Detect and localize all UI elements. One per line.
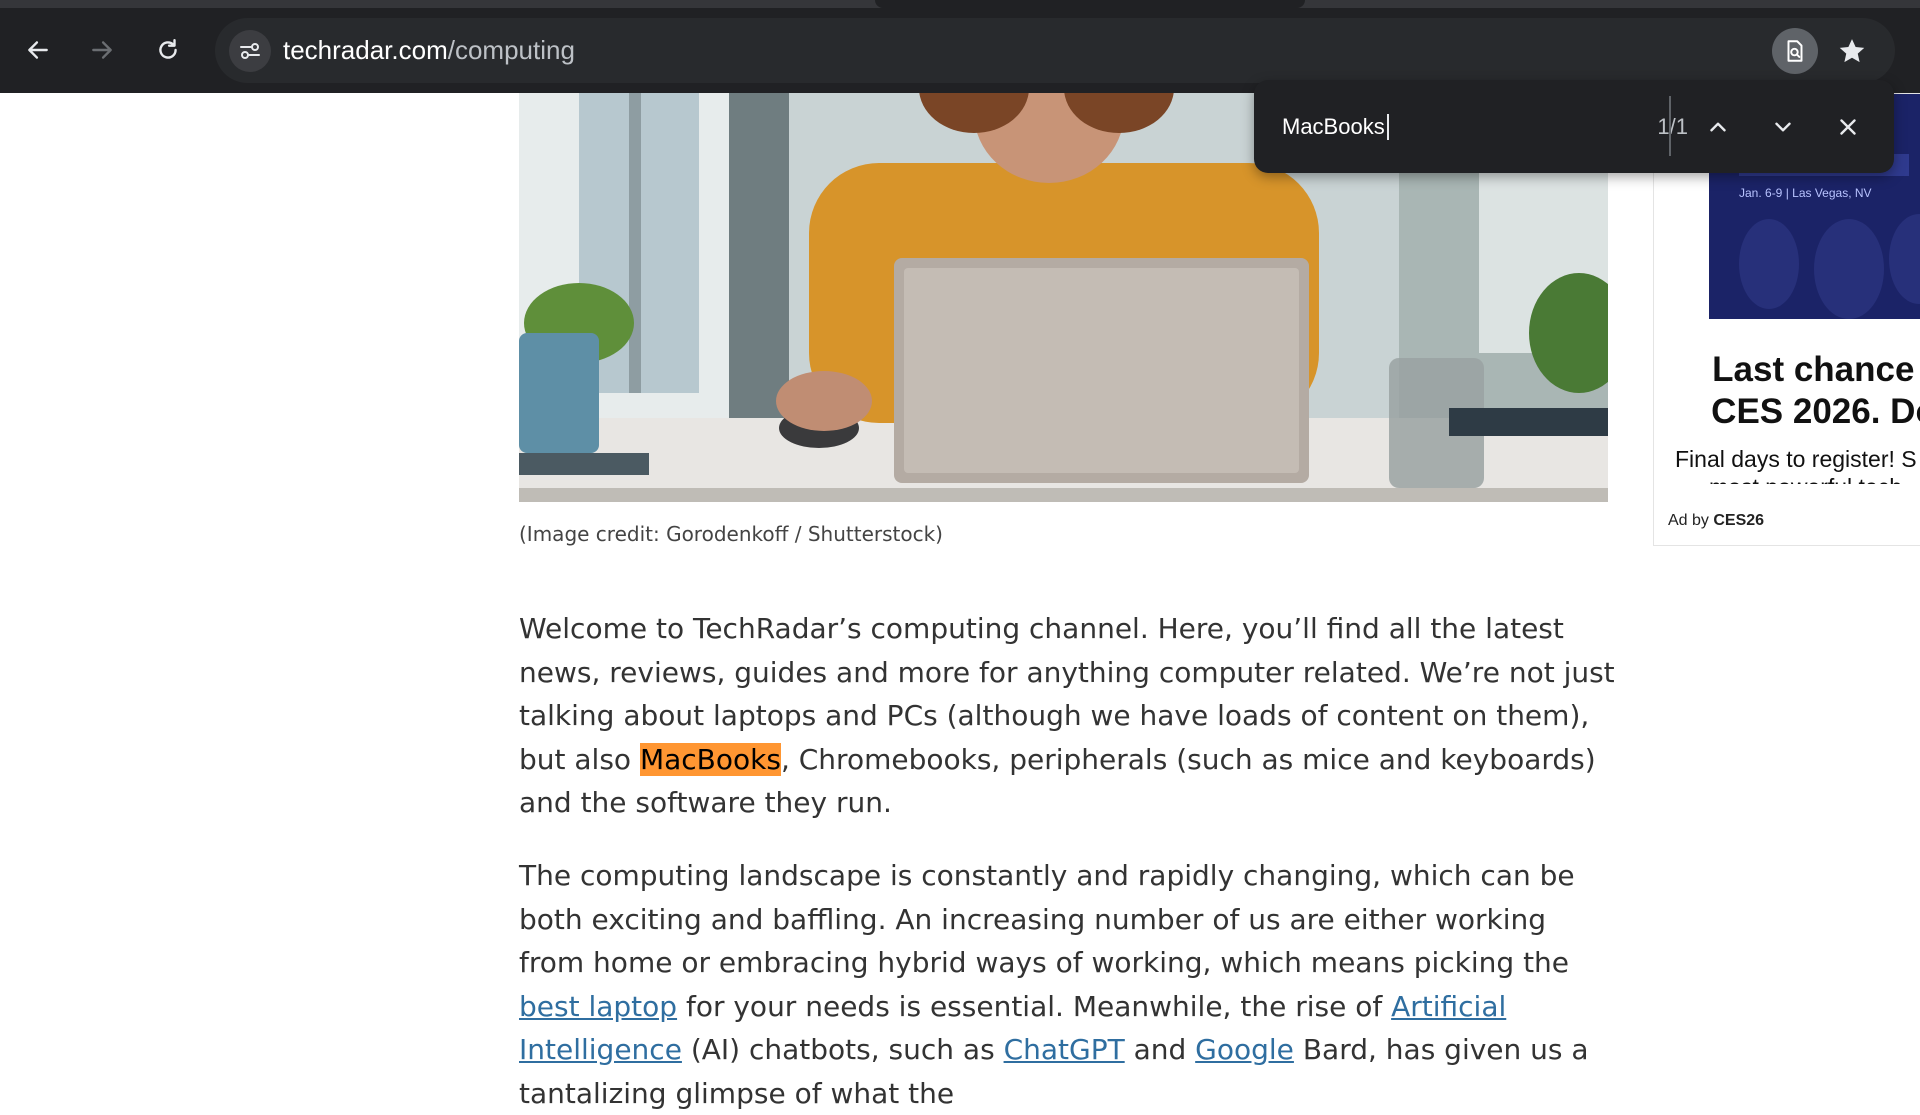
find-close-button[interactable] bbox=[1825, 104, 1871, 150]
ad-brand[interactable]: CES26 bbox=[1713, 512, 1764, 529]
chatgpt-link[interactable]: ChatGPT bbox=[1004, 1033, 1125, 1066]
page-search-icon bbox=[1787, 40, 1803, 62]
chevron-down-icon bbox=[1775, 122, 1791, 132]
landscape-text-d: and bbox=[1124, 1033, 1196, 1066]
ad-attribution: Ad by CES26 bbox=[1668, 512, 1764, 530]
reload-button[interactable] bbox=[148, 30, 188, 70]
chevron-up-icon bbox=[1710, 122, 1726, 132]
reload-icon bbox=[159, 39, 177, 59]
ad-subtext-cut: most powerful tech bbox=[1709, 474, 1902, 484]
landscape-text-c: (AI) chatbots, such as bbox=[681, 1033, 1004, 1066]
bookmark-button[interactable] bbox=[1829, 28, 1875, 74]
find-match-count: 1/1 bbox=[1657, 114, 1688, 139]
ad-headline[interactable]: Last chance t CES 2026. Do bbox=[1664, 349, 1920, 433]
intro-paragraph: Welcome to TechRadar’s computing channel… bbox=[519, 607, 1619, 825]
url-domain: techradar.com bbox=[283, 35, 448, 65]
best-laptop-link[interactable]: best laptop bbox=[519, 990, 677, 1023]
ad-headline-line-1: Last chance t bbox=[1712, 350, 1920, 389]
find-in-page-bar: 1/1 bbox=[1254, 80, 1894, 173]
site-info-button[interactable] bbox=[229, 30, 271, 72]
ad-subtext: Final days to register! S bbox=[1675, 446, 1917, 472]
find-next-button[interactable] bbox=[1760, 104, 1806, 150]
back-button[interactable] bbox=[18, 30, 58, 70]
google-link[interactable]: Google bbox=[1195, 1033, 1294, 1066]
address-bar[interactable]: techradar.com/computing bbox=[215, 18, 1895, 83]
page-search-button[interactable] bbox=[1772, 28, 1818, 74]
ad-event-date: Jan. 6-9 | Las Vegas, NV bbox=[1739, 186, 1872, 200]
text-caret bbox=[1387, 114, 1389, 140]
active-tab[interactable] bbox=[875, 0, 1305, 8]
ad-headline-line-2: CES 2026. Do bbox=[1711, 392, 1920, 431]
find-previous-button[interactable] bbox=[1695, 104, 1741, 150]
landscape-text-b: for your needs is essential. Meanwhile, … bbox=[677, 989, 1392, 1023]
find-match-highlight: MacBooks bbox=[639, 742, 781, 776]
landscape-text-a: The computing landscape is constantly an… bbox=[519, 859, 1575, 979]
close-icon bbox=[1840, 119, 1856, 135]
find-input[interactable] bbox=[1282, 80, 1582, 173]
star-icon bbox=[1839, 39, 1865, 63]
find-divider bbox=[1669, 96, 1671, 156]
tab-strip bbox=[0, 0, 1920, 8]
url-path: /computing bbox=[447, 35, 575, 65]
image-credit: (Image credit: Gorodenkoff / Shutterstoc… bbox=[519, 522, 943, 546]
arrow-right-icon bbox=[92, 41, 112, 59]
tune-icon bbox=[240, 43, 260, 59]
url-text[interactable]: techradar.com/computing bbox=[283, 18, 575, 83]
arrow-left-icon bbox=[28, 41, 48, 59]
forward-button[interactable] bbox=[82, 30, 122, 70]
ad-by-prefix: Ad by bbox=[1668, 512, 1714, 529]
landscape-paragraph: The computing landscape is constantly an… bbox=[519, 854, 1619, 1115]
